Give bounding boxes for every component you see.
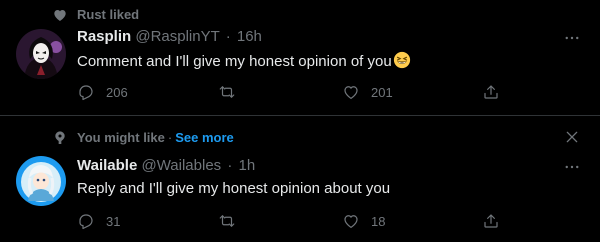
reply-icon bbox=[79, 214, 93, 230]
author-handle[interactable]: @RasplinYT bbox=[135, 28, 219, 45]
social-context: Rust liked bbox=[0, 5, 600, 25]
header-separator: · bbox=[225, 28, 231, 45]
author-name[interactable]: Rasplin bbox=[77, 28, 131, 45]
pin-icon bbox=[50, 128, 70, 148]
tweet-text: Comment and I'll give my honest opinion … bbox=[77, 51, 411, 73]
reply-icon bbox=[79, 85, 93, 101]
more-options-button[interactable] bbox=[562, 28, 582, 48]
tweet-header: Wailable @Wailables · 1h bbox=[77, 157, 255, 174]
social-context-label: You might like · See more bbox=[77, 130, 234, 145]
retweet-button[interactable] bbox=[218, 82, 247, 102]
dismiss-button[interactable] bbox=[562, 127, 582, 147]
header-separator: · bbox=[227, 157, 233, 174]
social-separator: · bbox=[167, 130, 173, 145]
recommendation-label: You might like bbox=[77, 130, 165, 145]
more-icon bbox=[565, 36, 579, 40]
social-context: You might like · See more bbox=[0, 128, 600, 148]
share-button[interactable] bbox=[482, 82, 500, 102]
retweet-icon bbox=[219, 215, 235, 227]
tweet-text: Reply and I'll give my honest opinion ab… bbox=[77, 180, 391, 197]
tweet-header: Rasplin @RasplinYT · 16h bbox=[77, 28, 262, 45]
heart-icon bbox=[50, 5, 70, 25]
like-icon bbox=[344, 86, 358, 99]
retweet-button[interactable] bbox=[218, 211, 247, 231]
avatar[interactable] bbox=[16, 29, 66, 79]
reply-button[interactable]: 31 bbox=[77, 211, 120, 231]
like-icon bbox=[344, 215, 358, 228]
author-handle[interactable]: @Wailables bbox=[141, 157, 221, 174]
tweet-actions: 31 18 bbox=[77, 211, 507, 231]
reply-button[interactable]: 206 bbox=[77, 82, 128, 102]
tweet[interactable]: Rust liked Rasplin @RasplinYT · 16h Comm… bbox=[0, 0, 600, 115]
close-icon bbox=[566, 131, 578, 143]
grinning-squinting-face-icon bbox=[393, 51, 411, 73]
more-icon bbox=[565, 165, 579, 169]
like-button[interactable]: 18 bbox=[342, 211, 385, 231]
retweet-icon bbox=[219, 86, 235, 98]
like-count: 201 bbox=[371, 84, 393, 100]
share-button[interactable] bbox=[482, 211, 500, 231]
tweet-time[interactable]: 16h bbox=[237, 28, 262, 45]
share-icon bbox=[484, 85, 498, 99]
tweet[interactable]: You might like · See more Wailable @Wailab… bbox=[0, 116, 600, 242]
share-icon bbox=[484, 214, 498, 228]
reply-count: 31 bbox=[106, 213, 121, 229]
author-name[interactable]: Wailable bbox=[77, 157, 137, 174]
see-more-link[interactable]: See more bbox=[175, 130, 234, 145]
tweet-text-content: Comment and I'll give my honest opinion … bbox=[77, 53, 392, 70]
social-context-label: Rust liked bbox=[77, 7, 140, 22]
reply-count: 206 bbox=[106, 84, 128, 100]
like-count: 18 bbox=[371, 213, 386, 229]
tweet-time[interactable]: 1h bbox=[239, 157, 256, 174]
like-button[interactable]: 201 bbox=[342, 82, 393, 102]
more-options-button[interactable] bbox=[562, 157, 582, 177]
avatar[interactable] bbox=[16, 156, 66, 206]
tweet-actions: 206 201 bbox=[77, 82, 507, 102]
